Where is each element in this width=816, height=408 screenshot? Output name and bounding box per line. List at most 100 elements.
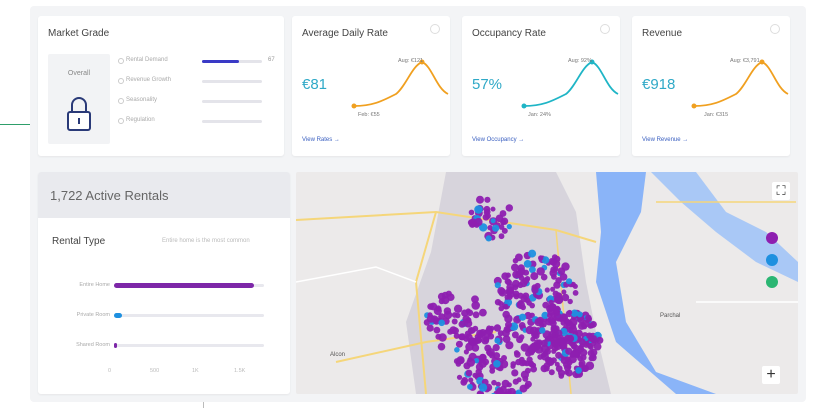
view-link[interactable]: View Revenue → (642, 137, 688, 143)
rental-dot (590, 321, 597, 328)
rental-dot (490, 218, 496, 224)
rental-dot (476, 195, 484, 204)
view-link[interactable]: View Occupancy → (472, 137, 524, 143)
rental-dot (542, 350, 548, 356)
map-town-label: Parchal (660, 313, 681, 319)
rental-dot (527, 347, 533, 354)
rental-type-title: Rental Type (52, 236, 106, 247)
metric-card: Average Daily Rate €81 Aug: €121 Feb: €5… (292, 16, 450, 156)
zoom-in-button[interactable]: + (762, 366, 780, 384)
grade-track (202, 60, 262, 63)
rental-dot (498, 305, 505, 312)
grade-label: Seasonality (126, 97, 158, 103)
grade-label: Rental Demand (126, 57, 168, 63)
rental-dot (438, 298, 445, 305)
grade-value: 67 (268, 57, 275, 63)
grade-fill (202, 60, 240, 63)
rental-dot (471, 295, 479, 304)
rental-dot (433, 326, 441, 334)
info-icon[interactable] (770, 24, 780, 34)
fullscreen-button[interactable]: ⛶ (772, 182, 790, 200)
rental-dot (458, 333, 465, 341)
rental-dot (502, 310, 510, 319)
rental-dot (522, 269, 530, 276)
grade-label: Regulation (126, 117, 155, 123)
rental-dot (580, 354, 587, 361)
market-grade-title: Market Grade (48, 28, 110, 39)
rental-dot (478, 359, 487, 368)
rental-dot (454, 347, 460, 353)
rental-dot (511, 263, 519, 272)
rental-dot (433, 306, 442, 316)
rental-type-bar[interactable] (114, 283, 254, 288)
radio-icon[interactable] (118, 78, 124, 84)
grade-track (202, 100, 262, 103)
rental-dot (506, 224, 512, 230)
rental-dot (585, 314, 592, 322)
radio-icon[interactable] (118, 98, 124, 104)
sparkline (691, 59, 789, 109)
map-town-label: Alcon (330, 352, 346, 358)
rental-dot (553, 312, 562, 321)
active-rentals-count: 1,722 Active Rentals (50, 188, 169, 203)
rental-dot (529, 266, 536, 274)
rental-dot (516, 301, 522, 307)
rental-dot (565, 320, 574, 329)
rental-type-bar[interactable] (114, 313, 122, 318)
market-grade-card: Market Grade Overall Rental Demand 67 Re… (38, 16, 284, 156)
rental-dot (513, 350, 520, 356)
filter-tool-icon[interactable] (766, 232, 778, 244)
rental-dot (465, 342, 474, 351)
axis-tick-label: 500 (150, 368, 160, 374)
info-icon[interactable] (600, 24, 610, 34)
rental-dot (586, 332, 593, 339)
rental-dot (557, 267, 566, 275)
rental-dot (492, 344, 500, 352)
rental-dot (519, 313, 527, 321)
rental-dot (522, 375, 529, 382)
grade-row: Regulation (118, 116, 288, 128)
rental-dot (451, 318, 458, 325)
rental-dot (501, 329, 510, 337)
rental-dot (554, 361, 560, 367)
rental-dot (550, 286, 556, 292)
layer-tool-icon[interactable] (766, 254, 778, 266)
rentals-map[interactable]: Alcon Parchal ⛶ + (296, 172, 798, 394)
rental-dot (538, 255, 544, 261)
rental-dot (551, 339, 561, 348)
rental-dot (501, 272, 509, 280)
rental-dot (454, 312, 461, 319)
info-icon[interactable] (430, 24, 440, 34)
locate-tool-icon[interactable] (766, 276, 778, 288)
rental-type-track (114, 313, 264, 318)
rental-dot (458, 320, 466, 328)
rental-dot (497, 287, 506, 295)
rental-dot (548, 369, 555, 376)
grade-row: Rental Demand 67 (118, 56, 288, 68)
rental-dot (517, 282, 524, 289)
rental-dot (551, 348, 557, 354)
axis-tick-label: 1.5K (234, 368, 246, 374)
grade-row: Revenue Growth (118, 76, 288, 88)
rental-dot (484, 344, 492, 352)
rental-dot (579, 338, 586, 346)
rental-dot (550, 266, 557, 273)
rental-dot (544, 287, 550, 293)
metric-title: Occupancy Rate (472, 28, 546, 39)
grade-row: Seasonality (118, 96, 288, 108)
rental-dot (474, 217, 483, 227)
radio-icon[interactable] (118, 118, 124, 124)
rental-dot (530, 272, 539, 281)
rental-type-label: Private Room (76, 312, 110, 318)
view-link[interactable]: View Rates → (302, 137, 340, 143)
metric-value: €918 (642, 76, 676, 93)
rental-dot (478, 383, 488, 392)
rental-dot (585, 361, 595, 370)
rental-dot (588, 344, 594, 351)
rental-dot (449, 326, 458, 334)
rental-type-track (114, 283, 264, 288)
rental-dot (553, 255, 561, 263)
radio-icon[interactable] (118, 58, 124, 64)
rental-type-bar[interactable] (114, 343, 117, 348)
rental-dot (505, 204, 513, 212)
